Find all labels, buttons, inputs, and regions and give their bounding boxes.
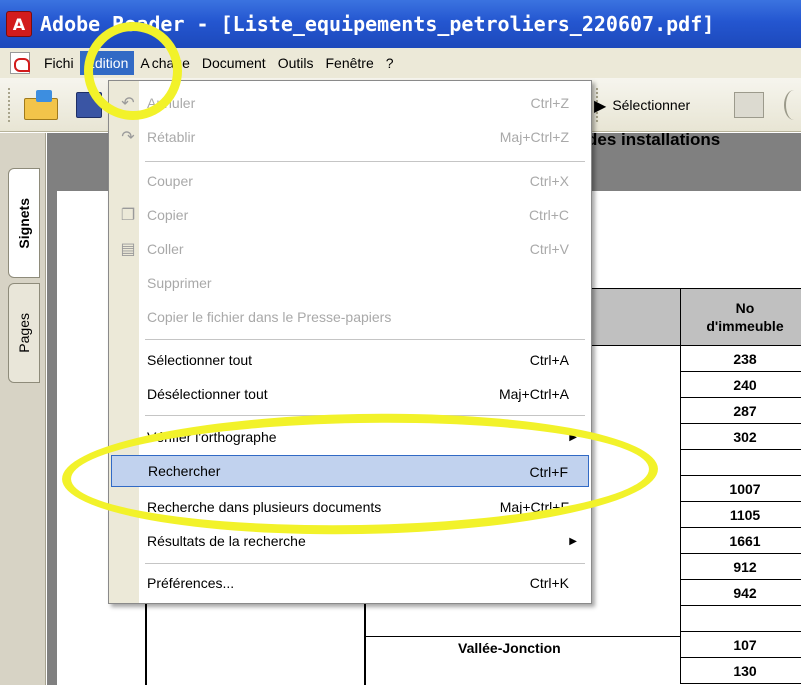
menu-item-couper[interactable]: Couper Ctrl+X xyxy=(111,165,589,197)
cursor-icon: ▶ xyxy=(594,95,607,115)
menu-help[interactable]: ? xyxy=(380,51,400,75)
column-header-line2: d'immeuble xyxy=(706,318,784,334)
menu-item-shortcut: Ctrl+K xyxy=(529,575,569,591)
tab-pages-label: Pages xyxy=(16,313,32,353)
table-cell: 912 xyxy=(680,554,801,580)
table-cell: 1661 xyxy=(680,528,801,554)
table-cell xyxy=(680,450,801,476)
menu-separator xyxy=(145,339,585,340)
menu-item-label: Résultats de la recherche xyxy=(147,533,306,549)
select-tool-button[interactable]: ▶ Sélectionner xyxy=(594,90,690,120)
city-label: Vallée-Jonction xyxy=(458,640,561,656)
open-folder-icon[interactable] xyxy=(24,90,60,120)
menu-item-shortcut: Ctrl+A xyxy=(529,352,569,368)
submenu-arrow-icon: ▶ xyxy=(569,535,577,547)
table-cell: 302 xyxy=(680,424,801,450)
menu-item-label: Coller xyxy=(147,241,184,257)
menu-item-label: Copier xyxy=(147,207,189,223)
menu-item-label: Préférences... xyxy=(147,575,235,591)
menu-item-retablir[interactable]: ↷ Rétablir Maj+Ctrl+Z xyxy=(111,121,589,153)
menu-outils[interactable]: Outils xyxy=(272,51,320,75)
select-tool-label: Sélectionner xyxy=(612,97,691,113)
menu-item-label: Couper xyxy=(147,173,193,189)
menu-item-shortcut: Maj+Ctrl+Z xyxy=(499,129,569,145)
table-cell: 1007 xyxy=(680,476,801,502)
menu-document[interactable]: Document xyxy=(196,51,272,75)
tab-pages[interactable]: Pages xyxy=(8,283,40,383)
zoom-icon[interactable] xyxy=(784,90,801,120)
menu-item-shortcut: Ctrl+C xyxy=(528,207,569,223)
menu-fichier[interactable]: Fichi xyxy=(38,51,80,75)
table-cell xyxy=(680,606,801,632)
table-cell: 130 xyxy=(680,658,801,684)
menu-item-shortcut: Ctrl+X xyxy=(529,173,569,189)
table-border xyxy=(145,604,147,685)
menu-item-shortcut: Ctrl+Z xyxy=(530,95,570,111)
table-border xyxy=(364,604,366,685)
menu-item-shortcut: Ctrl+V xyxy=(529,241,569,257)
table-cell: 238 xyxy=(680,346,801,372)
menu-item-copier[interactable]: ❐ Copier Ctrl+C xyxy=(111,199,589,231)
document-menu-icon[interactable] xyxy=(10,52,30,74)
menu-item-supprimer[interactable]: Supprimer xyxy=(111,267,589,299)
table-cell: 107 xyxy=(680,632,801,658)
menu-item-shortcut: Maj+Ctrl+A xyxy=(498,386,569,402)
annotation-circle-edition xyxy=(84,22,182,120)
menu-item-deselectionner-tout[interactable]: Désélectionner tout Maj+Ctrl+A xyxy=(111,378,589,410)
table-border xyxy=(364,636,680,637)
menu-item-selectionner-tout[interactable]: Sélectionner tout Ctrl+A xyxy=(111,344,589,376)
menu-item-copier-fichier[interactable]: Copier le fichier dans le Presse-papiers xyxy=(111,301,589,333)
copy-icon: ❐ xyxy=(120,204,136,224)
toolbar-grip[interactable] xyxy=(8,88,12,122)
table-cell: 1105 xyxy=(680,502,801,528)
menu-fenetre[interactable]: Fenêtre xyxy=(319,51,379,75)
column-header-line1: No xyxy=(735,300,755,316)
table-header-strip xyxy=(590,288,680,346)
snapshot-icon[interactable] xyxy=(734,92,764,118)
menu-item-label: Supprimer xyxy=(147,275,212,291)
menu-item-label: Copier le fichier dans le Presse-papiers xyxy=(147,309,392,325)
navigation-panel: Signets Pages xyxy=(0,133,46,685)
paste-icon: ▤ xyxy=(120,238,136,258)
menu-separator xyxy=(145,161,585,162)
menu-item-label: Désélectionner tout xyxy=(147,386,268,402)
menu-item-label: Sélectionner tout xyxy=(147,352,253,368)
menu-item-coller[interactable]: ▤ Coller Ctrl+V xyxy=(111,233,589,265)
table-cell: 240 xyxy=(680,372,801,398)
table-cell: 942 xyxy=(680,580,801,606)
adobe-reader-icon[interactable]: A xyxy=(6,11,32,37)
table-cell: 287 xyxy=(680,398,801,424)
menu-item-annuler[interactable]: ↶ Annuler Ctrl+Z xyxy=(111,87,589,119)
menu-item-label: Rétablir xyxy=(147,129,196,145)
redo-icon: ↷ xyxy=(121,126,135,146)
tab-signets[interactable]: Signets xyxy=(8,168,40,278)
table-column-header: No d'immeuble xyxy=(680,288,801,346)
menu-item-preferences[interactable]: Préférences... Ctrl+K xyxy=(111,567,589,599)
menu-separator xyxy=(145,563,585,564)
tab-signets-label: Signets xyxy=(16,197,32,249)
